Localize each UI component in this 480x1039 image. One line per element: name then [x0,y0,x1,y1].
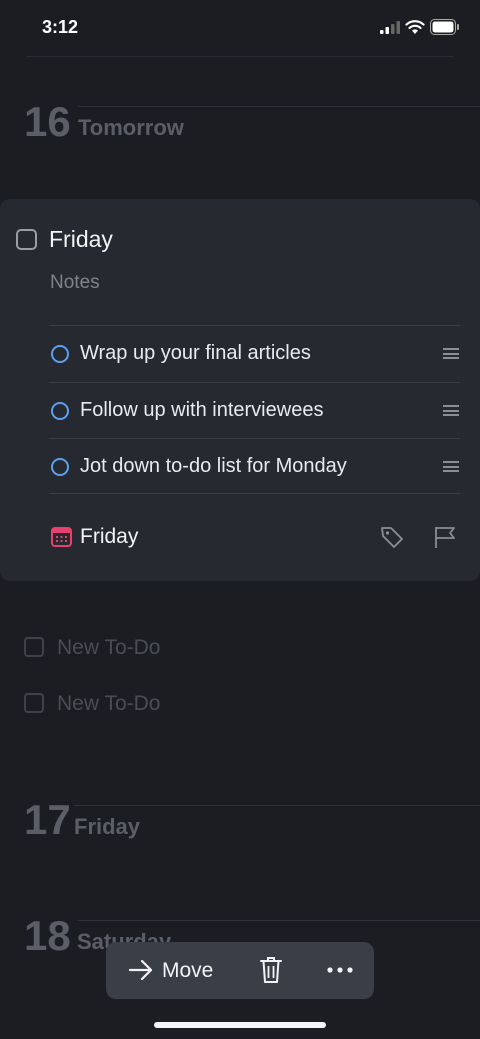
day-header-tomorrow: 16 Tomorrow [0,98,480,158]
day-label: Tomorrow [78,115,184,140]
checklist-item[interactable]: Jot down to-do list for Monday [0,439,480,495]
checklist-circle[interactable] [51,402,69,420]
new-todo-placeholder[interactable]: New To-Do [57,636,160,660]
divider [26,56,454,57]
day-number: 17 [24,796,71,843]
day-header-friday: 17 Friday [0,796,480,856]
status-bar: 3:12 [0,0,480,56]
checklist-item[interactable]: Wrap up your final articles [0,326,480,382]
drag-handle-icon[interactable] [443,405,459,416]
action-bar: Move [106,942,374,999]
more-icon[interactable] [326,962,354,978]
cellular-signal-icon [380,21,400,34]
home-indicator[interactable] [154,1022,326,1028]
new-todo-placeholder[interactable]: New To-Do [57,692,160,716]
todo-checkbox[interactable] [16,229,37,250]
tag-icon[interactable] [380,525,404,549]
new-todo-row[interactable]: New To-Do [0,683,480,723]
checklist-item-text[interactable]: Wrap up your final articles [80,342,311,365]
drag-handle-icon[interactable] [443,461,459,472]
calendar-icon[interactable] [51,526,72,547]
status-time: 3:12 [42,17,79,37]
wifi-icon [405,20,425,34]
drag-handle-icon[interactable] [443,348,459,359]
new-todo-row[interactable]: New To-Do [0,627,480,667]
checklist-item[interactable]: Follow up with interviewees [0,383,480,439]
move-button[interactable]: Move [162,959,213,983]
flag-icon[interactable] [433,525,457,549]
checklist-item-text[interactable]: Follow up with interviewees [80,399,323,422]
section-divider [77,920,480,921]
todo-checkbox[interactable] [24,693,44,713]
day-number: 16 [24,98,71,145]
section-divider [78,106,480,107]
checklist-circle[interactable] [51,458,69,476]
day-number: 18 [24,912,71,959]
battery-icon [430,19,459,35]
todo-title[interactable]: Friday [49,226,113,253]
section-divider [74,805,480,806]
trash-icon[interactable] [259,956,283,984]
todo-checkbox[interactable] [24,637,44,657]
checklist-circle[interactable] [51,345,69,363]
arrow-right-icon[interactable] [128,958,154,982]
day-label: Friday [74,814,141,839]
notes-field[interactable]: Notes [50,272,100,294]
divider [49,493,460,494]
checklist-item-text[interactable]: Jot down to-do list for Monday [80,455,347,478]
when-date-label[interactable]: Friday [80,525,138,549]
